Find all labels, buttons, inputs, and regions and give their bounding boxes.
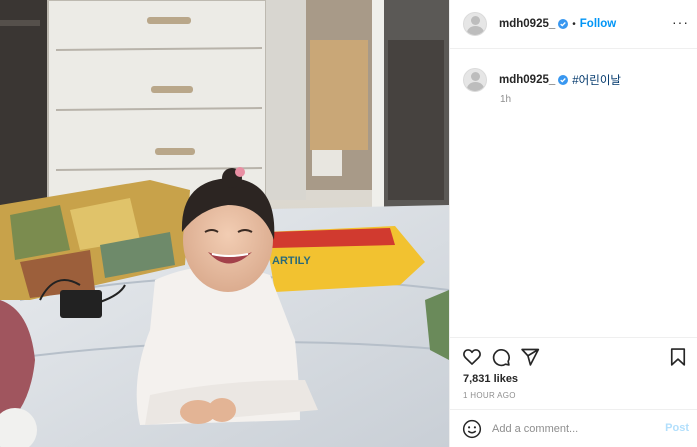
svg-text:ARTILY: ARTILY xyxy=(272,255,311,267)
verified-badge-icon xyxy=(558,75,569,85)
heart-icon[interactable] xyxy=(462,347,482,367)
caption-timestamp: 1h xyxy=(500,94,512,105)
bookmark-icon[interactable] xyxy=(668,347,688,367)
avatar-silhouette-body xyxy=(467,82,484,91)
avatar-silhouette-head xyxy=(471,16,480,25)
comment-icon[interactable] xyxy=(491,347,511,367)
avatar[interactable] xyxy=(463,12,487,36)
caption-avatar[interactable] xyxy=(463,68,487,92)
comment-bar: Post xyxy=(450,409,697,447)
header-username[interactable]: mdh0925_ xyxy=(499,18,555,30)
post-age: 1 HOUR AGO xyxy=(463,391,516,400)
caption: mdh0925_ #어린이날 1h xyxy=(463,68,688,105)
post-actions: 7,831 likes 1 HOUR AGO xyxy=(450,337,697,409)
avatar-silhouette-head xyxy=(471,72,480,81)
paper-plane-icon[interactable] xyxy=(520,347,540,367)
more-options-icon[interactable]: ··· xyxy=(672,14,689,30)
photo-image: ARTILY xyxy=(0,0,449,447)
verified-badge-icon xyxy=(558,19,569,29)
post-side-panel: mdh0925_ • Follow ··· mdh0925_ #어린이날 1h xyxy=(449,0,697,447)
smiley-icon[interactable] xyxy=(462,419,482,439)
likes-count[interactable]: 7,831 likes xyxy=(463,373,518,385)
post-button[interactable]: Post xyxy=(665,422,689,434)
follow-button[interactable]: Follow xyxy=(580,18,616,30)
caption-username[interactable]: mdh0925_ xyxy=(499,74,555,86)
post-header: mdh0925_ • Follow ··· xyxy=(450,0,697,49)
post-photo[interactable]: ARTILY xyxy=(0,0,449,447)
caption-hashtag[interactable]: #어린이날 xyxy=(572,72,621,88)
separator-dot: • xyxy=(572,18,576,30)
avatar-silhouette-body xyxy=(467,26,484,35)
comment-input[interactable] xyxy=(492,419,652,439)
